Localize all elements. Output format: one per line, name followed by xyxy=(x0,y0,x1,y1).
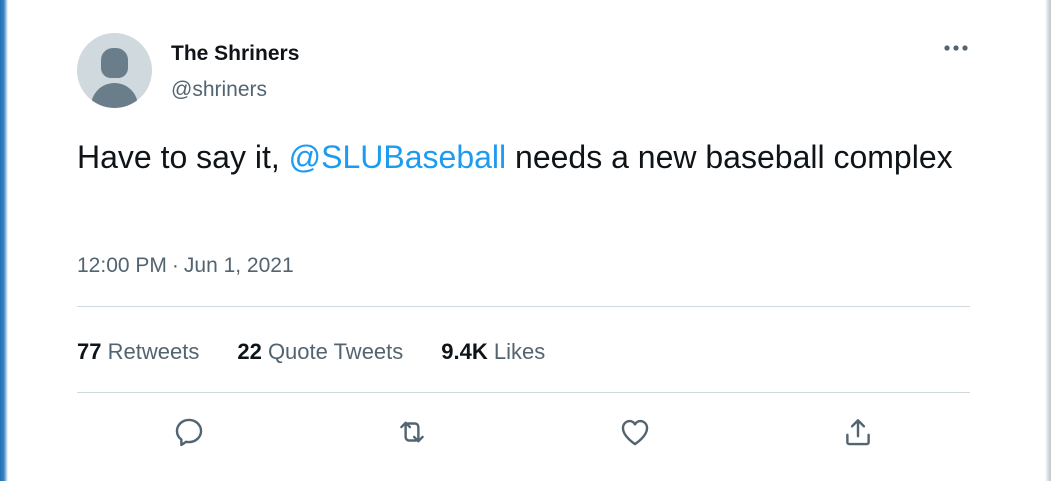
retweet-button[interactable] xyxy=(392,412,432,452)
tweet-text-start: Have to say it, xyxy=(77,139,289,175)
tweet-stats: 77 Retweets 22 Quote Tweets 9.4K Likes xyxy=(77,339,545,365)
reply-icon xyxy=(175,418,203,447)
quote-tweets-stat[interactable]: 22 Quote Tweets xyxy=(237,339,403,365)
avatar-head xyxy=(101,48,128,78)
window-edge-right xyxy=(1045,0,1051,481)
tweet-text: Have to say it, @SLUBaseball needs a new… xyxy=(77,134,957,180)
timestamp-separator: · xyxy=(171,254,179,277)
tweet-actions xyxy=(77,412,970,452)
like-button[interactable] xyxy=(615,412,655,452)
quote-tweets-count: 22 xyxy=(237,339,262,364)
share-button[interactable] xyxy=(838,412,878,452)
tweet-text-end: needs a new baseball complex xyxy=(506,139,953,175)
tweet-timestamp: 12:00 PM · Jun 1, 2021 xyxy=(77,254,294,278)
retweets-count: 77 xyxy=(77,339,102,364)
display-name[interactable]: The Shriners xyxy=(171,42,299,66)
user-handle[interactable]: @shriners xyxy=(171,78,267,102)
mention-link[interactable]: @SLUBaseball xyxy=(289,139,506,175)
heart-icon xyxy=(621,419,649,446)
window-edge-left xyxy=(0,0,8,481)
quote-tweets-label: Quote Tweets xyxy=(267,339,404,364)
retweets-stat[interactable]: 77 Retweets xyxy=(77,339,199,365)
screenshot-frame: The Shriners @shriners Have to say it, @… xyxy=(0,0,1051,481)
divider-bottom xyxy=(77,392,970,393)
likes-count: 9.4K xyxy=(441,339,488,364)
likes-label: Likes xyxy=(493,339,546,364)
avatar[interactable] xyxy=(77,33,152,108)
tweet-time[interactable]: 12:00 PM xyxy=(77,254,167,277)
share-icon xyxy=(846,419,870,446)
retweet-icon xyxy=(400,421,424,443)
more-options-button[interactable] xyxy=(941,36,971,60)
reply-button[interactable] xyxy=(169,412,209,452)
divider-top xyxy=(77,306,970,307)
more-horizontal-icon xyxy=(944,45,968,51)
tweet-date[interactable]: Jun 1, 2021 xyxy=(184,254,294,277)
retweets-label: Retweets xyxy=(107,339,200,364)
avatar-shoulders xyxy=(91,83,138,108)
likes-stat[interactable]: 9.4K Likes xyxy=(441,339,545,365)
